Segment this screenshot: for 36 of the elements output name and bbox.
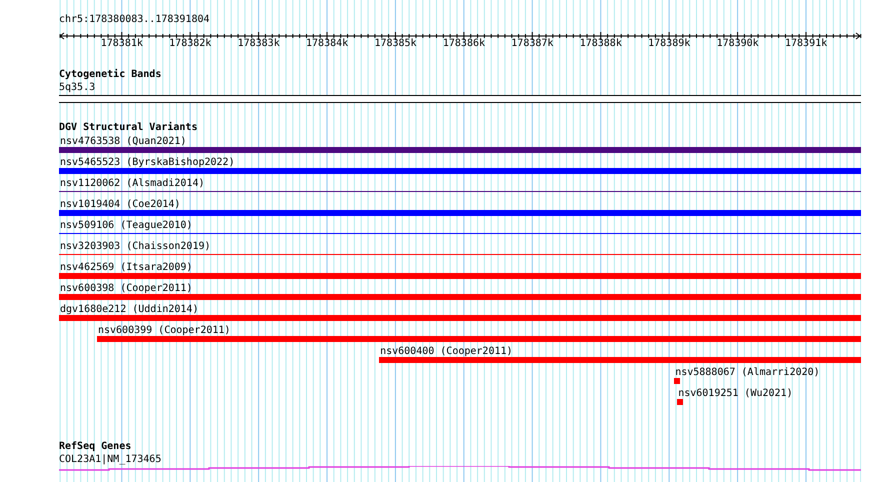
variant-line[interactable] [59,254,861,255]
variant-label: dgv1680e212 (Uddin2014) [60,305,198,315]
variant-label: nsv1019404 (Coe2014) [60,200,180,210]
variant-label: nsv3203903 (Chaisson2019) [60,242,211,252]
variant-label: nsv1120062 (Alsmadi2014) [60,179,204,189]
gene-model-drawing[interactable] [59,466,861,472]
variant-label: nsv4763538 (Quan2021) [60,137,186,147]
ruler-tick-label: 178385k [374,39,417,49]
variant-label: nsv6019251 (Wu2021) [678,389,793,399]
location-text: chr5:178380083..178391804 [59,15,210,25]
track-title: DGV Structural Variants [59,123,198,133]
band-label: 5q35.3 [59,83,96,93]
variant-label: nsv509106 (Teague2010) [60,221,192,231]
ruler-tick-label: 178383k [238,39,280,49]
track-title: RefSeq Genes [59,442,132,452]
ruler-tick-label: 178387k [511,39,554,49]
ruler-tick-label: 178384k [306,39,348,49]
gene-label: COL23A1|NM_173465 [59,455,162,465]
variant-line[interactable] [59,191,861,192]
ruler-tick-label: 178391k [784,39,828,49]
ruler-tick-label: 178390k [716,39,759,49]
variant-line[interactable] [59,233,861,234]
ruler-tick-label: 178386k [442,39,486,49]
variant-label: nsv5465523 (ByrskaBishop2022) [60,158,235,168]
variant-label: nsv5888067 (Almarri2020) [675,368,820,378]
track-title: Cytogenetic Bands [59,70,162,80]
ruler-tick-label: 178389k [648,39,690,49]
variant-label: nsv600398 (Cooper2011) [60,284,192,294]
ruler-tick-label: 178382k [169,39,212,49]
variant-label: nsv462569 (Itsara2009) [60,263,192,273]
variant-bar[interactable] [674,378,680,384]
variant-label: nsv600399 (Cooper2011) [98,326,230,336]
variant-bar[interactable] [677,399,684,405]
variant-label: nsv600400 (Cooper2011) [380,347,513,357]
ruler-tick-label: 178381k [100,39,143,49]
ruler-tick-label: 178388k [580,39,622,49]
